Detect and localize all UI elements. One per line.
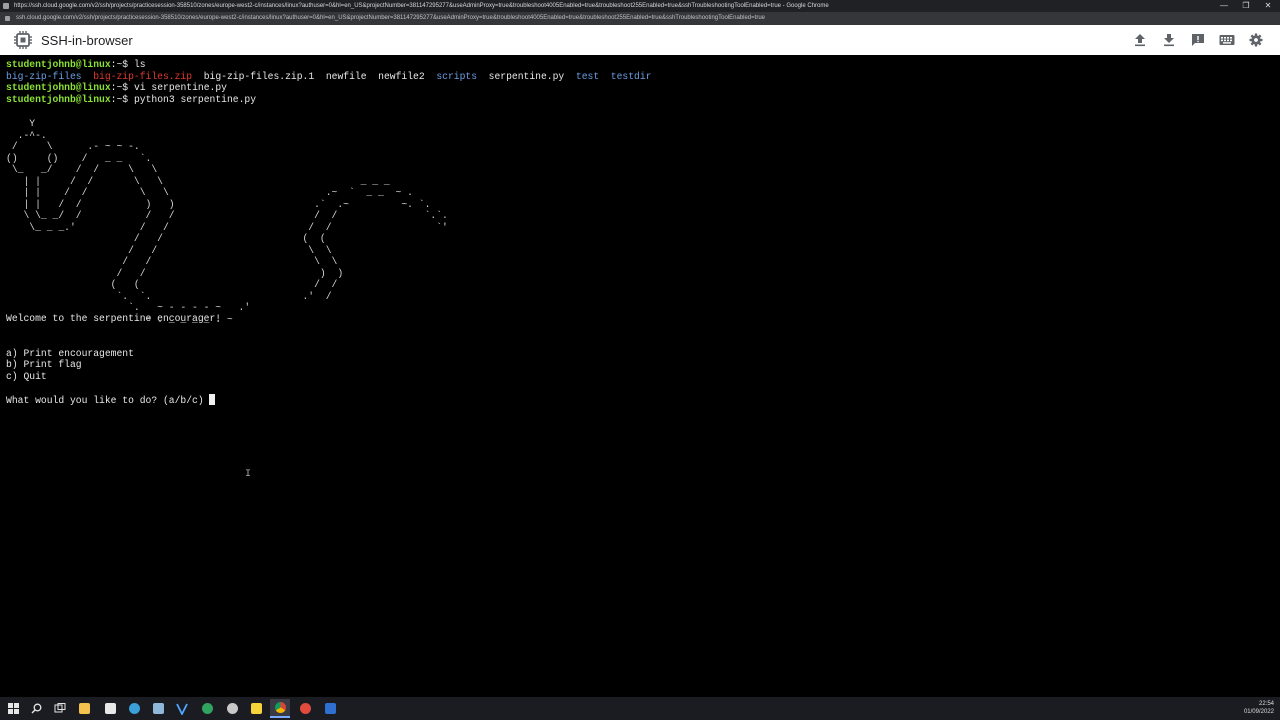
text-cursor[interactable]: [209, 393, 216, 405]
url-text[interactable]: ssh.cloud.google.com/v2/ssh/projects/pra…: [16, 12, 765, 25]
taskbar: 22:54 01/09/2022: [0, 697, 1280, 720]
upload-icon: [1135, 34, 1145, 47]
prompt-user: studentjohnb@linux: [6, 59, 111, 70]
prompt-path: :~: [110, 93, 123, 105]
tool-icon[interactable]: [222, 699, 242, 718]
clock-time: 22:54: [1258, 701, 1274, 707]
task-view-icon[interactable]: [50, 699, 70, 718]
keyboard-button[interactable]: [1218, 31, 1236, 49]
prompt-user: studentjohnb@linux: [6, 82, 111, 93]
maximize-button[interactable]: ❐: [1235, 0, 1257, 12]
option-c: c) Quit: [6, 370, 47, 382]
edge-icon[interactable]: [124, 699, 144, 718]
download-icon: [1164, 34, 1174, 47]
edge-icon[interactable]: [197, 699, 217, 718]
prompt-symbol: $: [122, 93, 134, 105]
settings-icon: [1249, 33, 1263, 47]
chrome-app-icon: [3, 3, 9, 9]
browser-title-bar: https://ssh.cloud.google.com/v2/ssh/proj…: [0, 0, 1280, 12]
input-question: What would you like to do? (a/b/c): [6, 394, 210, 406]
program-menu: Welcome to the serpentine encourager! a)…: [6, 313, 221, 406]
ls-item-file: newfile: [325, 70, 367, 82]
feedback-icon: [1192, 34, 1204, 46]
prompt-path: :~: [110, 82, 123, 93]
app-header: SSH-in-browser: [0, 25, 1280, 56]
app-name: SSH-in-browser: [41, 33, 133, 48]
store-icon[interactable]: [100, 699, 120, 718]
settings-button[interactable]: [1247, 31, 1265, 49]
prompt-symbol: $: [122, 59, 134, 70]
feedback-button[interactable]: [1189, 31, 1207, 49]
command-line: ls: [133, 59, 146, 70]
ls-item-dir: big-zip-files: [6, 70, 82, 82]
lock-icon: [5, 16, 10, 21]
clock-date: 01/09/2022: [1243, 709, 1274, 715]
windows-start-icon[interactable]: [3, 699, 23, 718]
welcome-message: Welcome to the serpentine encourager!: [6, 313, 222, 324]
option-a: a) Print encouragement: [6, 347, 134, 359]
ls-item-file: newfile2: [378, 70, 425, 82]
ls-item-dir: test: [575, 70, 600, 82]
option-b: b) Print flag: [6, 359, 82, 370]
minimize-button[interactable]: —: [1213, 0, 1235, 12]
prompt-symbol: $: [122, 82, 134, 93]
prompt-path: :~: [110, 59, 123, 70]
search-icon[interactable]: [26, 699, 46, 718]
window-title: https://ssh.cloud.google.com/v2/ssh/proj…: [14, 3, 829, 9]
sticky-notes-icon[interactable]: [246, 699, 266, 718]
ls-item-archive: big-zip-files.zip: [93, 70, 193, 82]
ls-item-dir: scripts: [436, 70, 478, 82]
terminal-history: studentjohnb@linux:~$ ls big-zip-files b…: [6, 59, 651, 105]
ls-item-dir: testdir: [610, 70, 652, 82]
file-explorer-icon[interactable]: [74, 699, 94, 718]
mouse-ibeam-icon: I: [245, 469, 252, 480]
ls-item-file: big-zip-files.zip.1: [203, 70, 315, 82]
ls-item-file: serpentine.py: [488, 70, 565, 82]
close-button[interactable]: ✕: [1257, 0, 1279, 12]
keyboard-icon: [1219, 35, 1235, 45]
prompt-user: studentjohnb@linux: [6, 93, 111, 105]
address-bar[interactable]: ssh.cloud.google.com/v2/ssh/projects/pra…: [0, 12, 1280, 25]
command-line: vi serpentine.py: [133, 82, 227, 93]
app-icon[interactable]: [320, 699, 340, 718]
ls-output: big-zip-files big-zip-files.zip big-zip-…: [6, 71, 651, 83]
terminal[interactable]: studentjohnb@linux:~$ ls big-zip-files b…: [0, 55, 1280, 697]
app-icon[interactable]: [295, 699, 315, 718]
snake-ascii-art: Y .-^-. / \ .- ~ ~ -. () () / _ _ `. \_ …: [6, 118, 448, 325]
command-line: python3 serpentine.py: [133, 93, 257, 105]
vs-icon[interactable]: [172, 699, 192, 718]
system-clock[interactable]: 22:54 01/09/2022: [1244, 700, 1274, 716]
download-file-button[interactable]: [1160, 31, 1178, 49]
upload-file-button[interactable]: [1131, 31, 1149, 49]
chrome-icon[interactable]: [270, 699, 290, 718]
app-icon[interactable]: [148, 699, 168, 718]
chip-logo-icon: [14, 31, 32, 49]
